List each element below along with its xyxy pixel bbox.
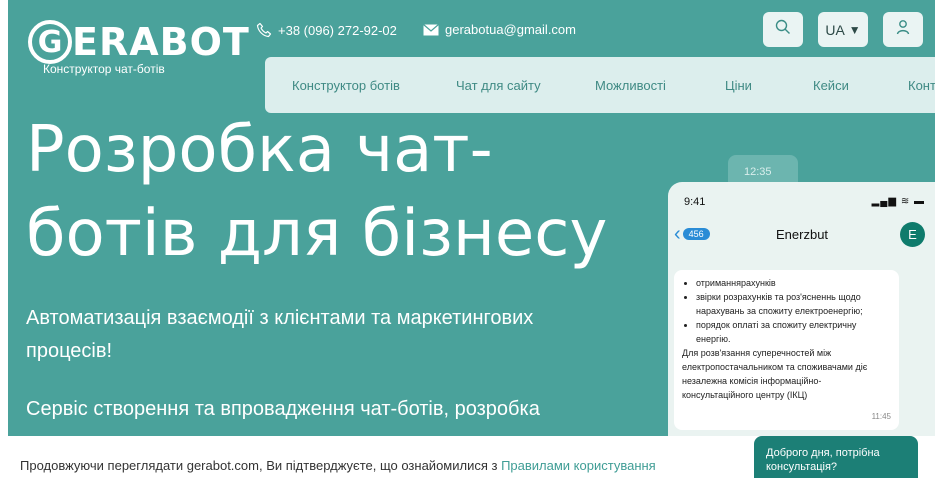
- logo[interactable]: G ERABOT: [28, 20, 250, 64]
- nav-item-pricing[interactable]: Ціни: [725, 78, 752, 93]
- unread-badge: 456: [682, 228, 710, 240]
- phone-icon: [256, 22, 272, 38]
- caret-down-icon: ▼: [848, 22, 861, 37]
- message-list-item: порядок оплаті за спожиту електричну ене…: [696, 318, 891, 346]
- chevron-left-icon: ‹: [674, 223, 681, 245]
- logo-tagline: Конструктор чат-ботів: [43, 62, 165, 76]
- chat-message: отриманнярахунків звірки розрахунків та …: [674, 270, 899, 430]
- cookie-text: Продовжуючи переглядати gerabot.com, Ви …: [20, 458, 656, 473]
- language-select[interactable]: UA ▼: [818, 12, 868, 47]
- search-button[interactable]: [763, 12, 803, 47]
- message-list-item: звірки розрахунків та роз'ясненнь щодо н…: [696, 290, 891, 318]
- message-list-item: отриманнярахунків: [696, 276, 891, 290]
- logo-text: ERABOT: [72, 20, 250, 64]
- mail-icon: [423, 23, 439, 36]
- nav-item-cases[interactable]: Кейси: [813, 78, 849, 93]
- headline-line-1: Розробка чат-: [26, 113, 493, 187]
- phone-clock: 9:41: [684, 196, 706, 208]
- phone-mockup: 9:41 ▂▄▆ ≋ ▬ ‹ 456 Enerzbut E отриманняр…: [668, 182, 935, 442]
- avatar: E: [900, 222, 925, 247]
- logo-mark: G: [28, 20, 72, 64]
- nav-item-contacts[interactable]: Конта: [908, 78, 935, 93]
- hero-description-line-1: Автоматизація взаємодії з клієнтами та м…: [26, 307, 534, 329]
- account-button[interactable]: [883, 12, 923, 47]
- hero-description: Автоматизація взаємодії з клієнтами та м…: [26, 302, 646, 368]
- search-icon: [775, 19, 791, 40]
- language-value: UA: [825, 21, 845, 38]
- phone-back-time: 12:35: [744, 166, 772, 178]
- nav-item-site-chat[interactable]: Чат для сайту: [456, 78, 541, 93]
- headline-line-2: ботів для бізнесу: [26, 197, 608, 271]
- message-paragraph: Для розв'язання суперечностей між електр…: [682, 348, 868, 400]
- hero-service-line-1: Сервіс створення та впровадження чат-бот…: [26, 398, 540, 420]
- user-icon: [895, 19, 911, 40]
- cookie-message: Продовжуючи переглядати gerabot.com, Ви …: [20, 458, 498, 473]
- nav-item-features[interactable]: Можливості: [595, 78, 666, 93]
- main-navigation: Конструктор ботів Чат для сайту Можливос…: [265, 57, 935, 113]
- nav-item-bot-builder[interactable]: Конструктор ботів: [292, 78, 400, 93]
- hero-service-text: Сервіс створення та впровадження чат-бот…: [26, 393, 646, 426]
- signal-wifi-battery-icon: ▂▄▆ ≋ ▬: [871, 196, 925, 207]
- email-contact[interactable]: gerabotua@gmail.com: [423, 22, 576, 37]
- chat-contact-name: Enerzbut: [776, 227, 829, 242]
- phone-contact[interactable]: +38 (096) 272-92-02: [256, 22, 397, 38]
- phone-number: +38 (096) 272-92-02: [278, 22, 397, 38]
- page-title: Розробка чат- ботів для бізнесу: [26, 108, 646, 276]
- email-address: gerabotua@gmail.com: [445, 22, 576, 37]
- chat-widget-text: Доброго дня, потрібна консультація?: [766, 447, 880, 473]
- hero-description-line-2: процесів!: [26, 340, 113, 362]
- terms-link[interactable]: Правилами користування: [501, 458, 656, 473]
- message-time: 11:45: [871, 412, 891, 421]
- chat-widget-button[interactable]: Доброго дня, потрібна консультація?: [754, 436, 918, 478]
- chat-back-button: ‹ 456: [674, 224, 710, 244]
